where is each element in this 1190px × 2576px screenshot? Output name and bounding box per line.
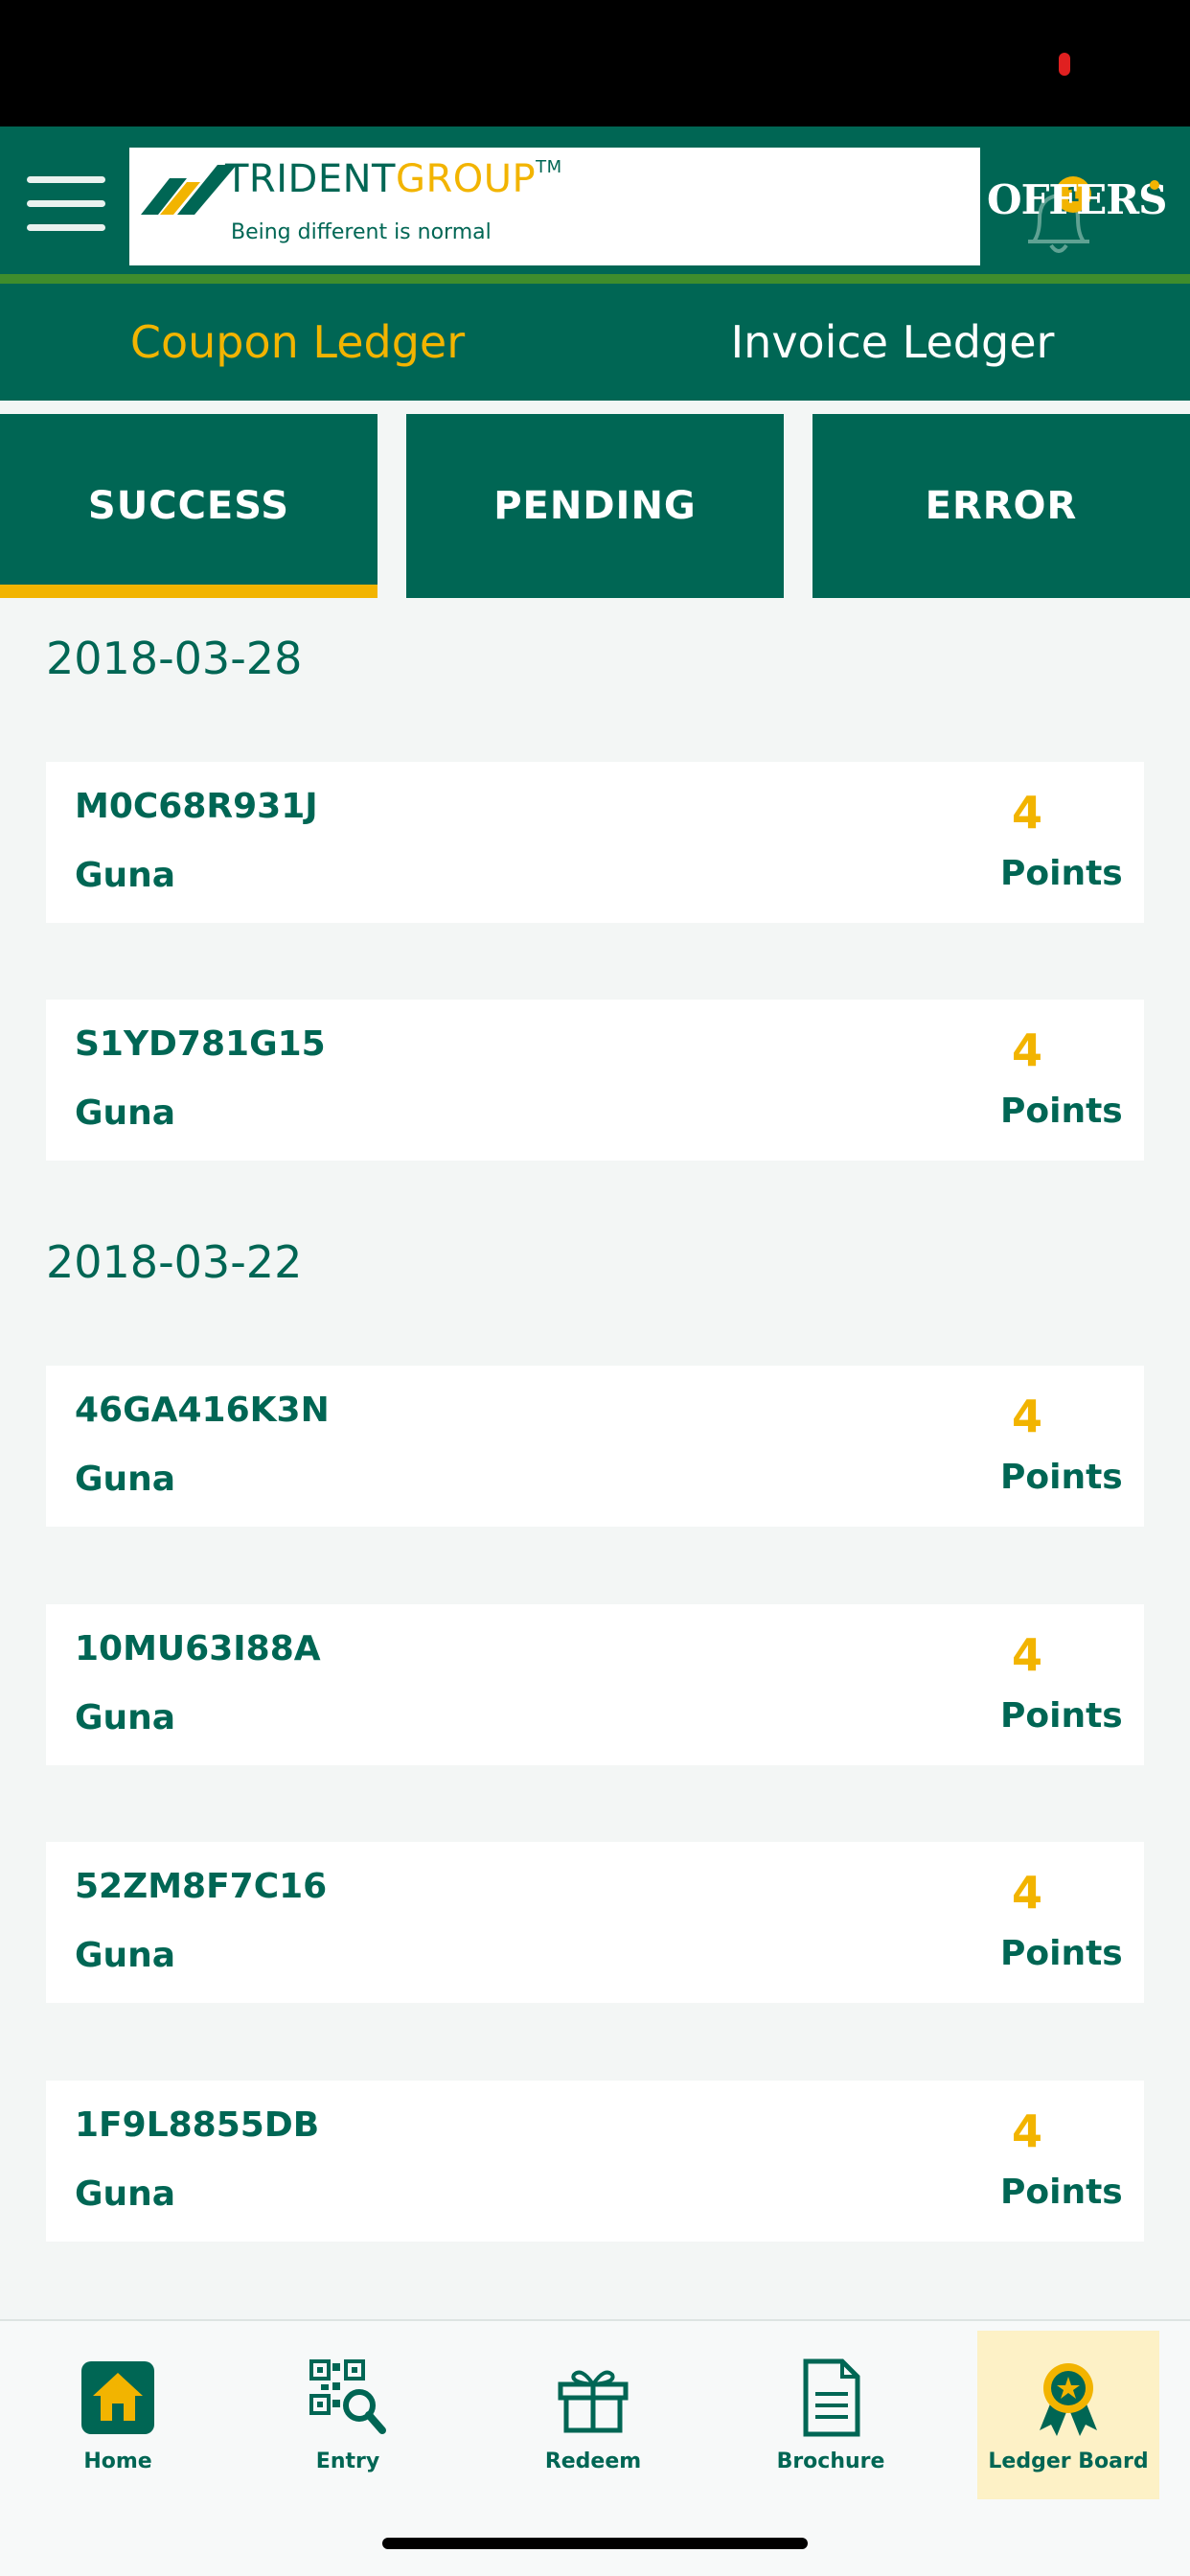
tab-invoice-ledger[interactable]: Invoice Ledger	[595, 284, 1190, 401]
entry-city: Guna	[75, 1698, 176, 1737]
tab-error-label: ERROR	[925, 484, 1078, 528]
coupon-code: 1F9L8855DB	[75, 2105, 320, 2145]
ledger-entry[interactable]: S1YD781G15 Guna 4 Points	[46, 1000, 1144, 1161]
status-tabs: SUCCESS PENDING ERROR	[0, 414, 1190, 598]
tab-coupon-ledger[interactable]: Coupon Ledger	[0, 284, 595, 401]
nav-redeem[interactable]: Redeem	[502, 2331, 684, 2499]
points-unit: Points	[1000, 1696, 1123, 1736]
nav-ledger-board[interactable]: Ledger Board	[977, 2331, 1159, 2499]
tab-pending[interactable]: PENDING	[406, 414, 784, 598]
points-unit: Points	[1000, 1458, 1123, 1497]
award-ribbon-icon	[1040, 2363, 1097, 2436]
nav-home[interactable]: Home	[27, 2331, 209, 2499]
nav-brochure[interactable]: Brochure	[740, 2331, 922, 2499]
ledger-entry[interactable]: M0C68R931J Guna 4 Points	[46, 762, 1144, 923]
logo-tagline: Being different is normal	[231, 220, 492, 244]
points-unit: Points	[1000, 854, 1123, 893]
points-value: 4	[1012, 1867, 1043, 1919]
entry-city: Guna	[75, 1460, 176, 1499]
entry-city: Guna	[75, 1093, 176, 1133]
ledger-entry[interactable]: 46GA416K3N Guna 4 Points	[46, 1366, 1144, 1527]
hamburger-menu-icon[interactable]	[27, 174, 105, 234]
logo-name-part1: TRIDENT	[225, 157, 396, 201]
offers-sparkle-icon	[1150, 180, 1159, 190]
points-value: 4	[1012, 1024, 1043, 1076]
brand-logo: TRIDENTGROUPTM Being different is normal…	[129, 148, 1091, 265]
qr-scan-icon	[309, 2359, 386, 2434]
coupon-code: 52ZM8F7C16	[75, 1867, 328, 1906]
header-divider	[0, 274, 1190, 284]
ledger-entry[interactable]: 52ZM8F7C16 Guna 4 Points	[46, 1842, 1144, 2003]
tab-pending-label: PENDING	[493, 484, 697, 528]
logo-trademark: TM	[536, 157, 562, 177]
entry-city: Guna	[75, 1936, 176, 1975]
recording-indicator-icon	[1059, 53, 1070, 76]
ledger-tabs: Coupon Ledger Invoice Ledger	[0, 284, 1190, 401]
home-icon	[81, 2361, 154, 2434]
nav-home-label: Home	[83, 2450, 152, 2473]
coupon-code: S1YD781G15	[75, 1024, 326, 1064]
logo-name-part2: GROUP	[395, 157, 537, 201]
nav-brochure-label: Brochure	[776, 2450, 885, 2473]
document-icon	[803, 2358, 860, 2437]
active-tab-indicator	[0, 585, 378, 598]
ledger-entry[interactable]: 10MU63I88A Guna 4 Points	[46, 1604, 1144, 1765]
nav-entry[interactable]: Entry	[257, 2331, 439, 2499]
tab-success[interactable]: SUCCESS	[0, 414, 378, 598]
coupon-code: M0C68R931J	[75, 787, 318, 826]
ledger-entry[interactable]: 1F9L8855DB Guna 4 Points	[46, 2081, 1144, 2242]
status-bar	[0, 0, 1190, 126]
tab-success-label: SUCCESS	[87, 484, 290, 528]
logo-wordmark: TRIDENTGROUPTM	[225, 157, 562, 201]
entry-city: Guna	[75, 856, 176, 895]
points-value: 4	[1012, 1391, 1043, 1442]
nav-entry-label: Entry	[315, 2450, 380, 2473]
date-header: 2018-03-28	[46, 632, 303, 684]
nav-redeem-label: Redeem	[544, 2450, 642, 2473]
points-value: 4	[1012, 1629, 1043, 1681]
nav-ledger-board-label: Ledger Board	[988, 2450, 1149, 2473]
home-indicator[interactable]	[382, 2538, 808, 2549]
coupon-code: 46GA416K3N	[75, 1391, 330, 1430]
points-unit: Points	[1000, 1934, 1123, 1973]
app-header: TRIDENTGROUPTM Being different is normal…	[0, 126, 1190, 274]
coupon-code: 10MU63I88A	[75, 1629, 321, 1668]
points-unit: Points	[1000, 1092, 1123, 1131]
date-header: 2018-03-22	[46, 1236, 303, 1288]
points-value: 4	[1012, 787, 1043, 839]
offers-button[interactable]: OFFERS	[987, 176, 1167, 223]
points-unit: Points	[1000, 2173, 1123, 2212]
points-value: 4	[1012, 2105, 1043, 2157]
gift-icon	[558, 2370, 629, 2433]
tab-error[interactable]: ERROR	[812, 414, 1190, 598]
entry-city: Guna	[75, 2174, 176, 2214]
